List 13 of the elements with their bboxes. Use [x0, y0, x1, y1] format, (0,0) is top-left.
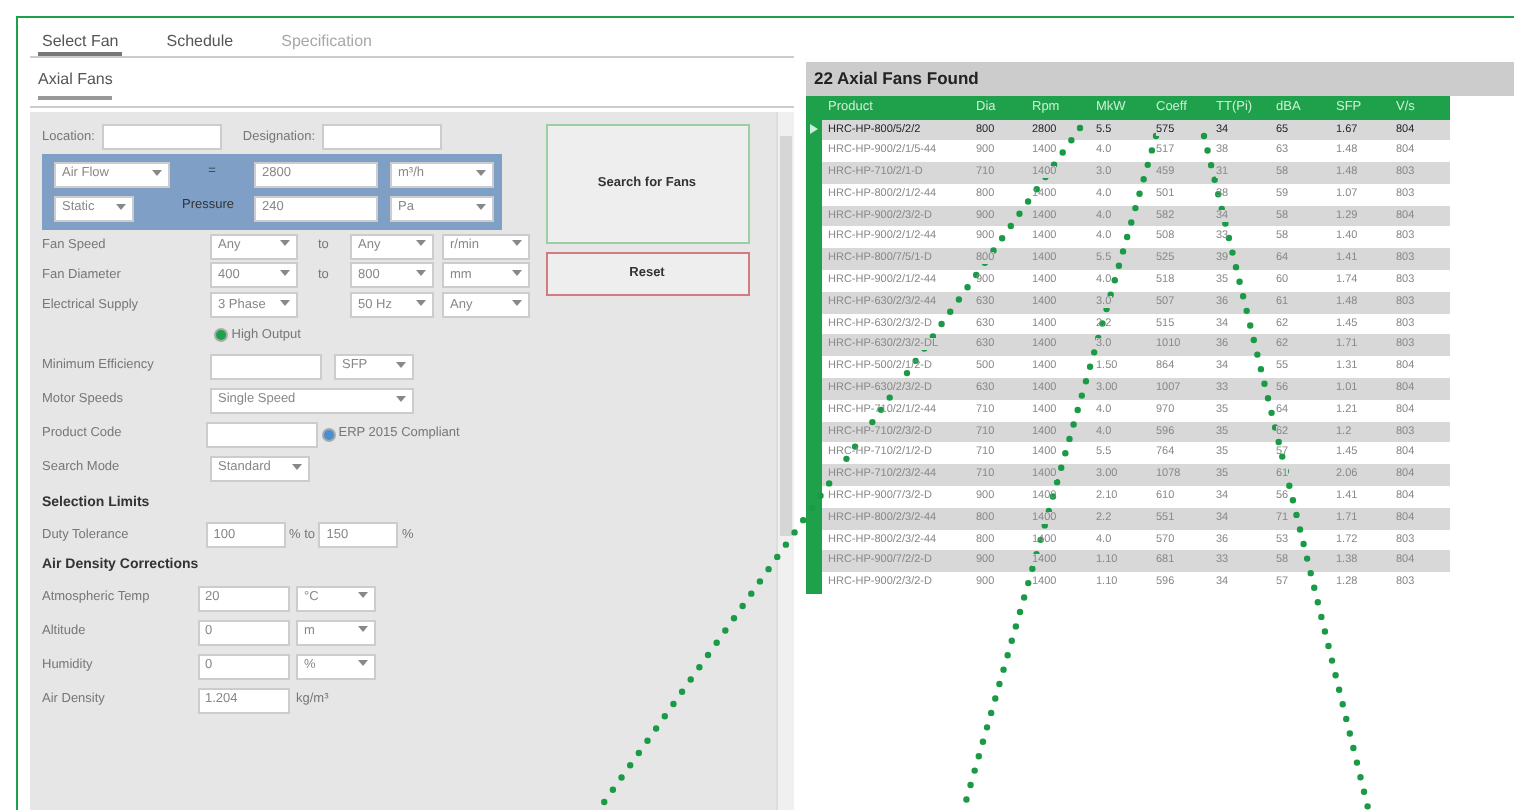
tab[interactable]: Axial Fans [38, 68, 113, 100]
input-field[interactable] [322, 124, 443, 150]
tab[interactable]: Select Fan [38, 30, 123, 56]
row-pointer-icon [810, 124, 818, 135]
checkbox[interactable] [321, 427, 335, 442]
input-field[interactable] [210, 353, 322, 380]
row-header[interactable] [806, 572, 822, 595]
radio-button[interactable] [214, 328, 228, 343]
tab[interactable]: Schedule [162, 30, 238, 56]
scrollbar[interactable] [776, 112, 794, 810]
results-title: 22 Axial Fans Found [806, 62, 1514, 96]
input-field[interactable] [205, 421, 318, 448]
input-field[interactable] [101, 124, 222, 150]
